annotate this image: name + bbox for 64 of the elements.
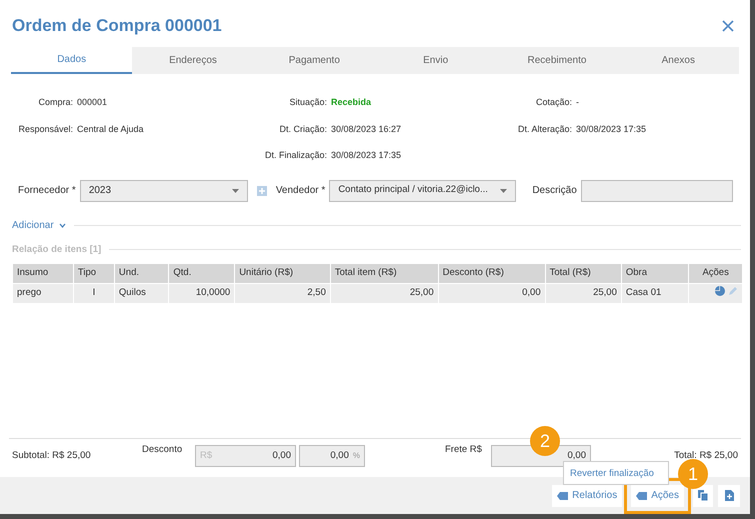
- column-header: Obra: [622, 264, 688, 283]
- table-cell: 2,50: [235, 284, 330, 303]
- field-label: Cotação:: [534, 96, 572, 109]
- percent-suffix: %: [352, 450, 360, 462]
- caret-icon: [500, 188, 508, 192]
- tag-icon: [557, 492, 568, 500]
- subtotal-text: Subtotal: R$ 25,00: [12, 448, 92, 463]
- supplier-select[interactable]: 2023: [80, 180, 248, 202]
- table-cell: Quilos: [114, 284, 168, 303]
- copy-button[interactable]: [693, 484, 713, 506]
- column-header: Und.: [114, 264, 168, 283]
- column-header: Tipo: [74, 264, 114, 283]
- field-value: 30/08/2023 16:27: [331, 122, 402, 136]
- field-label: Situação:: [288, 96, 327, 109]
- section-title: Relação de itens [1]: [12, 242, 102, 256]
- field-value: 30/08/2023 17:35: [331, 149, 402, 162]
- field-label: Desconto: [142, 443, 184, 457]
- field-label: Dt. Criação:: [278, 122, 327, 136]
- tab[interactable]: Dados: [11, 47, 132, 74]
- field-label: Vendedor *: [276, 184, 326, 198]
- table-cell: 25,00: [330, 284, 438, 303]
- table-cell: I: [74, 284, 114, 303]
- close-icon: [722, 20, 734, 32]
- pie-chart-icon[interactable]: [715, 286, 725, 296]
- table-cell: 25,00: [546, 284, 621, 303]
- field-label: Descrição: [532, 184, 577, 198]
- column-header: Qtd.: [169, 264, 234, 283]
- column-header: Ações: [689, 264, 742, 283]
- column-header: Total (R$): [546, 264, 621, 283]
- field-label: Responsável:: [17, 122, 73, 136]
- table-cell: 10,0000: [169, 284, 234, 303]
- field-label: Dt. Alteração:: [516, 122, 572, 136]
- column-header: Insumo: [13, 264, 73, 283]
- description-field[interactable]: [580, 180, 733, 202]
- table-cell: 0,00: [438, 284, 545, 303]
- field-label: Compra:: [37, 96, 73, 109]
- field-label: Fornecedor *: [18, 184, 76, 198]
- chevron-icon: [58, 222, 66, 228]
- field-value: Recebida: [331, 96, 372, 109]
- tag-icon: [636, 492, 648, 500]
- column-header: Total item (R$): [330, 264, 438, 283]
- step-badge: 1: [678, 459, 708, 489]
- table-cell: prego: [13, 284, 73, 303]
- document-add-icon: [724, 490, 734, 501]
- new-document-button[interactable]: [718, 484, 740, 506]
- field-value: -: [576, 96, 580, 109]
- table-cell: Casa 01: [622, 284, 688, 303]
- window-title: Ordem de Compra 000001: [12, 15, 222, 38]
- column-header: Desconto (R$): [438, 264, 545, 283]
- copy-icon: [698, 490, 708, 501]
- field-label: Dt. Finalização:: [264, 149, 327, 162]
- menu-item[interactable]: Reverter finalização: [570, 467, 654, 481]
- add-link[interactable]: Adicionar: [12, 218, 66, 232]
- seller-select[interactable]: Contato principal / vitoria.22@iclo...: [329, 180, 516, 202]
- field-label: Frete R$: [445, 443, 483, 457]
- caret-icon: [232, 188, 239, 192]
- field-value: Central de Ajuda: [77, 122, 145, 136]
- percent-field[interactable]: 0,00 %: [299, 445, 365, 467]
- field-value: 000001: [77, 96, 108, 109]
- actions-button[interactable]: Ações: [631, 484, 684, 506]
- field-value: 30/08/2023 17:35: [576, 122, 648, 136]
- reports-button[interactable]: Relatórios: [552, 484, 622, 506]
- step-badge: 2: [530, 426, 560, 456]
- column-header: Unitário (R$): [235, 264, 330, 283]
